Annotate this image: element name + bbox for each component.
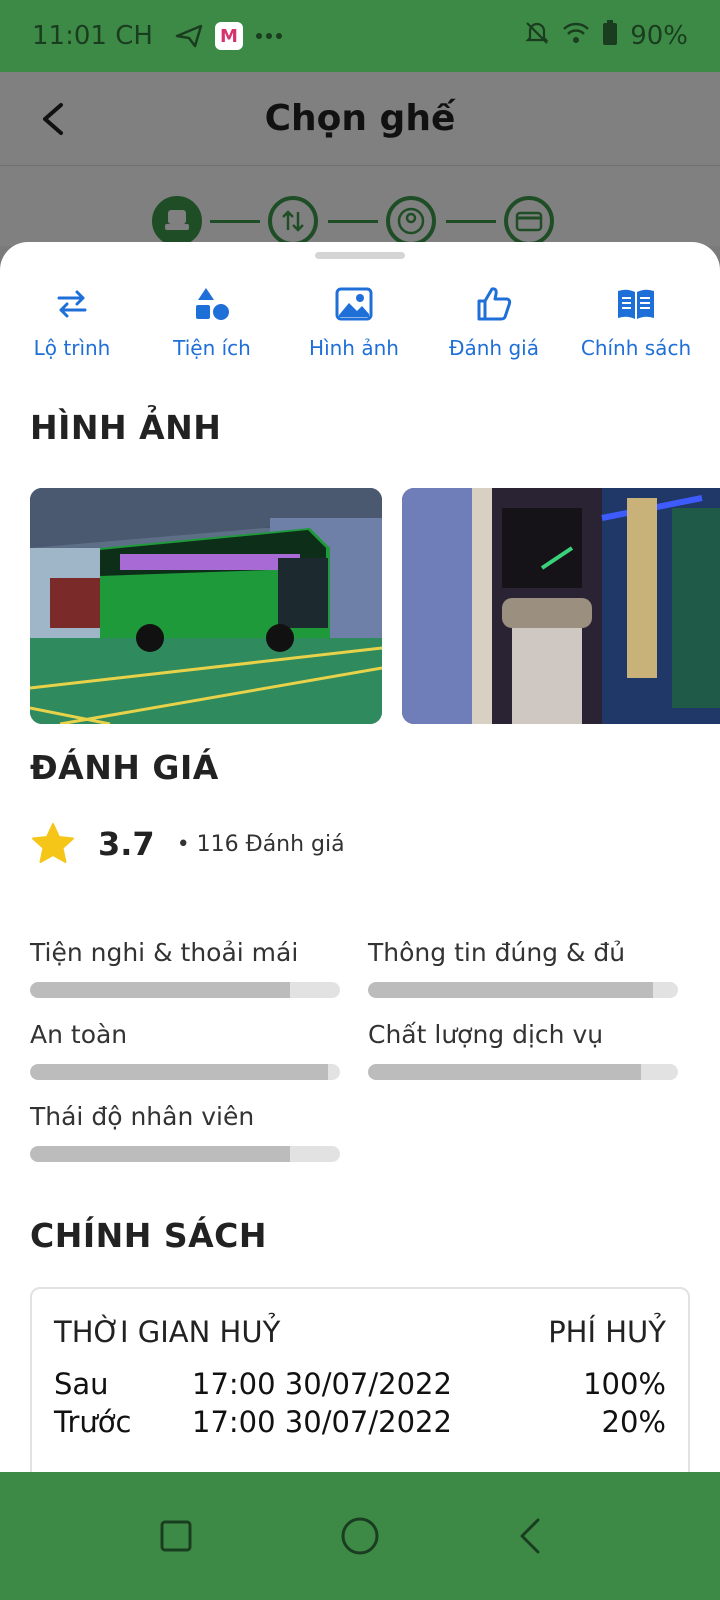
review-count: • 116 Đánh giá	[176, 831, 345, 857]
shapes-icon	[194, 282, 230, 326]
criterion-bar-fill	[368, 982, 654, 998]
tab-images[interactable]: Hình ảnh	[282, 282, 426, 360]
tab-policy[interactable]: Chính sách	[564, 282, 708, 360]
tab-label: Hình ảnh	[309, 336, 399, 360]
system-nav-bar	[0, 1472, 720, 1600]
tab-label: Chính sách	[580, 336, 692, 360]
policy-row: Trước 17:00 30/07/2022 20%	[54, 1405, 666, 1439]
criterion-bar-fill	[30, 982, 291, 998]
criterion-label: Thông tin đúng & đủ	[368, 938, 626, 967]
criterion-label: An toàn	[30, 1020, 128, 1049]
circle-icon	[341, 1517, 379, 1555]
criterion-label: Tiện nghi & thoải mái	[30, 938, 299, 967]
policy-table-header: THỜI GIAN HUỶ PHÍ HUỶ	[54, 1315, 666, 1349]
step-payment	[504, 196, 554, 246]
tab-label: Lộ trình	[33, 336, 111, 360]
sheet-drag-handle[interactable]	[315, 252, 405, 259]
battery-level: 90%	[630, 21, 688, 51]
criterion-bar	[30, 1064, 340, 1080]
step-pickup	[268, 196, 318, 246]
up-down-arrows-icon	[282, 210, 304, 232]
detail-tabs: Lộ trình Tiện ích Hình ảnh Đánh giá Chín…	[0, 282, 720, 372]
criterion-bar-fill	[368, 1064, 641, 1080]
trip-details-sheet: Lộ trình Tiện ích Hình ảnh Đánh giá Chín…	[0, 242, 720, 1472]
bell-muted-icon	[524, 20, 550, 53]
cancellation-policy-table: THỜI GIAN HUỶ PHÍ HUỶ Sau 17:00 30/07/20…	[30, 1287, 690, 1472]
app-notification-icon: M	[214, 22, 243, 50]
book-icon	[616, 282, 656, 326]
seat-icon	[165, 210, 189, 230]
bus-interior-photo[interactable]	[402, 488, 720, 724]
images-section-title: HÌNH ẢNH	[30, 408, 222, 447]
rating-summary: 3.7 • 116 Đánh giá	[30, 822, 345, 866]
square-icon	[160, 1520, 192, 1552]
policy-fee: 20%	[601, 1405, 666, 1439]
step-info	[386, 196, 436, 246]
step-connector	[328, 220, 378, 223]
bus-exterior-photo[interactable]	[30, 488, 382, 724]
page-header: Chọn ghế	[0, 72, 720, 166]
chevron-left-icon	[43, 103, 63, 135]
criterion-bar	[368, 1064, 678, 1080]
more-dots-icon	[255, 32, 283, 40]
home-button[interactable]	[332, 1508, 388, 1564]
tab-reviews[interactable]: Đánh giá	[422, 282, 566, 360]
policy-col-time: THỜI GIAN HUỶ	[54, 1315, 281, 1349]
step-connector	[210, 220, 260, 223]
booking-steps	[0, 166, 720, 246]
criterion-label: Chất lượng dịch vụ	[368, 1020, 604, 1049]
tab-route[interactable]: Lộ trình	[0, 282, 144, 360]
policy-when: Sau	[54, 1367, 109, 1401]
policy-fee: 100%	[583, 1367, 666, 1401]
image-icon	[335, 282, 373, 326]
reviews-section-title: ĐÁNH GIÁ	[30, 748, 219, 787]
star-icon	[32, 823, 74, 863]
page-title: Chọn ghế	[264, 98, 456, 139]
policy-col-fee: PHÍ HUỶ	[548, 1315, 666, 1349]
rating-value: 3.7	[98, 825, 155, 863]
user-icon	[397, 207, 425, 235]
step-connector	[446, 220, 496, 223]
system-back-button[interactable]	[502, 1508, 558, 1564]
back-button[interactable]	[28, 94, 78, 144]
criterion-bar	[30, 982, 340, 998]
criterion-bar-fill	[30, 1146, 291, 1162]
policy-datetime: 17:00 30/07/2022	[192, 1367, 452, 1401]
status-time: 11:01 CH	[32, 21, 153, 51]
criterion-label: Thái độ nhân viên	[30, 1102, 255, 1131]
step-seat	[152, 196, 202, 246]
recent-apps-button[interactable]	[148, 1508, 204, 1564]
battery-icon	[602, 19, 618, 53]
card-icon	[515, 211, 543, 232]
wifi-icon	[562, 21, 590, 52]
status-bar: 11:01 CH M 90%	[0, 0, 720, 72]
swap-icon	[55, 282, 89, 326]
tab-label: Đánh giá	[449, 336, 539, 360]
policy-section-title: CHÍNH SÁCH	[30, 1216, 267, 1255]
policy-datetime: 17:00 30/07/2022	[192, 1405, 452, 1439]
criterion-bar	[30, 1146, 340, 1162]
tab-amenities[interactable]: Tiện ích	[140, 282, 284, 360]
tab-label: Tiện ích	[173, 336, 251, 360]
criterion-bar	[368, 982, 678, 998]
triangle-back-icon	[520, 1518, 540, 1554]
policy-when: Trước	[54, 1405, 132, 1439]
policy-row: Sau 17:00 30/07/2022 100%	[54, 1367, 666, 1401]
send-icon	[175, 24, 203, 48]
criterion-bar-fill	[30, 1064, 328, 1080]
thumbs-up-icon	[475, 282, 513, 326]
